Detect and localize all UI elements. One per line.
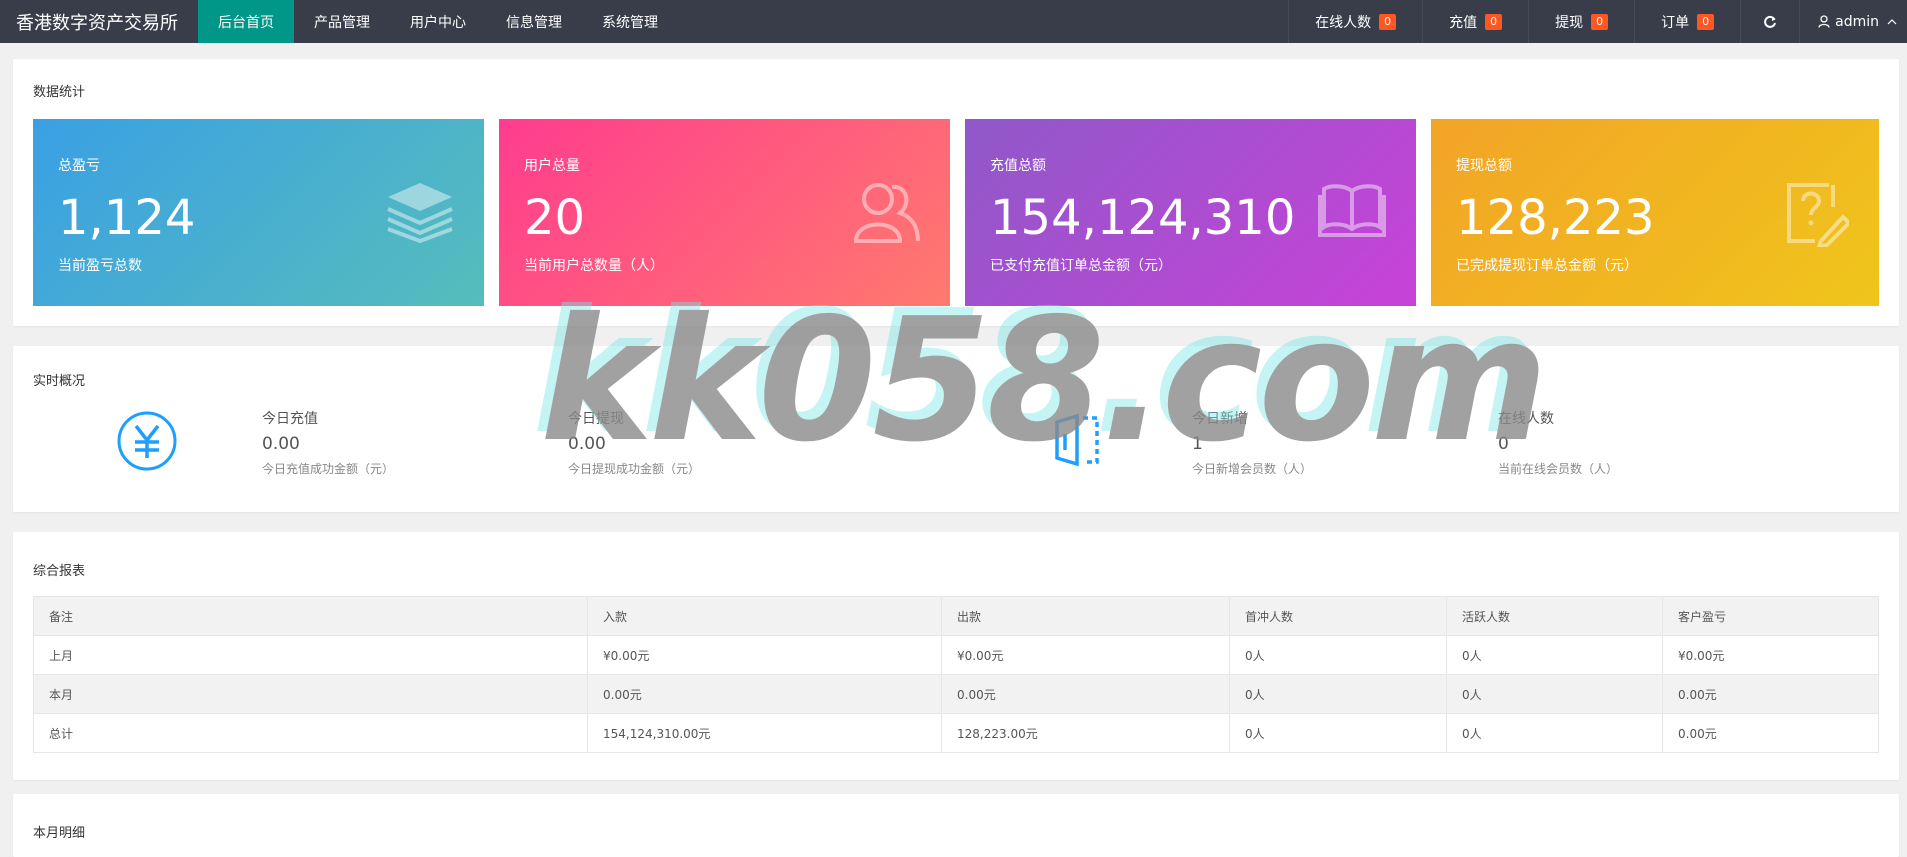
stat-box-withdraw: 提现总额 128,223 已完成提现订单总金额（元）: [1431, 119, 1879, 306]
table-cell: 0人: [1229, 635, 1447, 675]
stats-title: 数据统计: [33, 85, 86, 100]
rt-label: 在线人数: [1498, 411, 1554, 427]
rt-desc: 今日充值成功金额（元）: [262, 462, 395, 476]
stat-label: 用户总量: [524, 158, 580, 174]
stat-label: 提现总额: [1456, 158, 1512, 174]
withdraw-link[interactable]: 提现 0: [1528, 0, 1634, 43]
stat-box-profit: 总盈亏 1,124 当前盈亏总数: [33, 119, 484, 306]
rt-value: 0.00: [568, 434, 606, 454]
rt-desc: 今日提现成功金额（元）: [568, 462, 701, 476]
column-header: 客户盈亏: [1662, 596, 1879, 636]
chevron-up-icon: [1887, 18, 1897, 25]
stats-card: 数据统计 总盈亏 1,124 当前盈亏总数 用户总量 20 当前用户总数量（人）…: [13, 59, 1899, 326]
table-cell: 0.00元: [1662, 674, 1879, 714]
orders-badge: 0: [1697, 13, 1715, 30]
table-cell: 总计: [33, 713, 588, 753]
rt-label: 今日新增: [1192, 411, 1248, 427]
monthly-card: 本月明细: [13, 794, 1899, 857]
top-navbar: 香港数字资产交易所 后台首页 产品管理 用户中心 信息管理 系统管理 在线人数 …: [0, 0, 1907, 43]
rt-item-online: 在线人数 0 当前在线会员数（人）: [1498, 408, 1618, 477]
online-users-link[interactable]: 在线人数 0: [1288, 0, 1422, 43]
online-users-label: 在线人数: [1315, 14, 1372, 31]
report-table: 备注 入款 出款 首冲人数 活跃人数 客户盈亏 上月 ¥0.00元 ¥0.00元…: [33, 596, 1879, 753]
user-icon: [1818, 15, 1830, 28]
realtime-card: 实时概况 今日充值 0.00 今日充值成功金额（元） 今日提现 0.00 今日提…: [13, 346, 1899, 512]
recharge-label: 充值: [1449, 14, 1478, 31]
report-card: 综合报表 备注 入款 出款 首冲人数 活跃人数 客户盈亏 上月 ¥0.00元 ¥…: [13, 532, 1899, 780]
table-cell: 0人: [1446, 713, 1663, 753]
nav-item-system[interactable]: 系统管理: [582, 0, 678, 43]
nav-item-home[interactable]: 后台首页: [198, 0, 294, 43]
table-cell: 0.00元: [1662, 713, 1879, 753]
table-cell: 0人: [1229, 674, 1447, 714]
nav-item-info[interactable]: 信息管理: [486, 0, 582, 43]
rt-label: 今日提现: [568, 411, 624, 427]
stat-label: 充值总额: [990, 158, 1046, 174]
stat-desc: 已完成提现订单总金额（元）: [1456, 258, 1638, 274]
stat-desc: 已支付充值订单总金额（元）: [990, 258, 1172, 274]
layers-icon: [386, 181, 454, 246]
rt-value: 1: [1192, 434, 1203, 454]
rt-desc: 今日新增会员数（人）: [1192, 462, 1313, 476]
table-cell: 0人: [1446, 635, 1663, 675]
exit-door-icon: [1053, 412, 1109, 471]
table-cell: 0人: [1446, 674, 1663, 714]
table-cell: 本月: [33, 674, 588, 714]
refresh-button[interactable]: [1740, 0, 1799, 43]
stat-label: 总盈亏: [58, 158, 100, 174]
stat-box-users: 用户总量 20 当前用户总数量（人）: [499, 119, 950, 306]
stat-desc: 当前盈亏总数: [58, 258, 142, 274]
withdraw-badge: 0: [1591, 13, 1609, 30]
book-icon: [1318, 181, 1386, 240]
realtime-title: 实时概况: [33, 374, 86, 389]
rt-item-today-withdraw: 今日提现 0.00 今日提现成功金额（元）: [568, 408, 700, 477]
stat-box-recharge: 充值总额 154,124,310 已支付充值订单总金额（元）: [965, 119, 1416, 306]
column-header: 备注: [33, 596, 588, 636]
table-row: 上月 ¥0.00元 ¥0.00元 0人 0人 ¥0.00元: [33, 635, 1879, 675]
table-cell: ¥0.00元: [587, 635, 942, 675]
table-header-row: 备注 入款 出款 首冲人数 活跃人数 客户盈亏: [33, 596, 1879, 636]
app-title[interactable]: 香港数字资产交易所: [0, 0, 198, 43]
table-cell: 0.00元: [941, 674, 1230, 714]
user-name: admin: [1835, 13, 1879, 30]
rt-item-today-recharge: 今日充值 0.00 今日充值成功金额（元）: [262, 408, 394, 477]
main-nav: 后台首页 产品管理 用户中心 信息管理 系统管理: [198, 0, 678, 43]
report-title: 综合报表: [33, 564, 86, 579]
rt-label: 今日充值: [262, 411, 318, 427]
withdraw-label: 提现: [1555, 14, 1584, 31]
column-header: 首冲人数: [1229, 596, 1447, 636]
question-edit-icon: [1785, 181, 1852, 250]
table-row: 总计 154,124,310.00元 128,223.00元 0人 0人 0.0…: [33, 713, 1879, 753]
nav-item-users[interactable]: 用户中心: [390, 0, 486, 43]
table-cell: 128,223.00元: [941, 713, 1230, 753]
orders-label: 订单: [1661, 14, 1690, 31]
table-cell: 0人: [1229, 713, 1447, 753]
table-cell: 154,124,310.00元: [587, 713, 942, 753]
refresh-icon: [1763, 15, 1777, 29]
column-header: 活跃人数: [1446, 596, 1663, 636]
yen-icon: [116, 410, 178, 475]
recharge-link[interactable]: 充值 0: [1422, 0, 1528, 43]
rt-value: 0: [1498, 434, 1509, 454]
rt-value: 0.00: [262, 434, 300, 454]
rt-item-today-new: 今日新增 1 今日新增会员数（人）: [1192, 408, 1312, 477]
table-cell: ¥0.00元: [1662, 635, 1879, 675]
users-icon: [852, 181, 920, 246]
nav-right: 在线人数 0 充值 0 提现 0 订单 0 admin: [1288, 0, 1907, 43]
table-cell: 上月: [33, 635, 588, 675]
column-header: 出款: [941, 596, 1230, 636]
column-header: 入款: [587, 596, 942, 636]
online-users-badge: 0: [1379, 13, 1397, 30]
stat-desc: 当前用户总数量（人）: [524, 258, 664, 274]
table-row: 本月 0.00元 0.00元 0人 0人 0.00元: [33, 674, 1879, 714]
user-menu[interactable]: admin: [1799, 0, 1907, 43]
nav-item-products[interactable]: 产品管理: [294, 0, 390, 43]
table-cell: ¥0.00元: [941, 635, 1230, 675]
monthly-title: 本月明细: [33, 826, 86, 841]
recharge-badge: 0: [1485, 13, 1503, 30]
table-cell: 0.00元: [587, 674, 942, 714]
orders-link[interactable]: 订单 0: [1634, 0, 1740, 43]
rt-desc: 当前在线会员数（人）: [1498, 462, 1619, 476]
